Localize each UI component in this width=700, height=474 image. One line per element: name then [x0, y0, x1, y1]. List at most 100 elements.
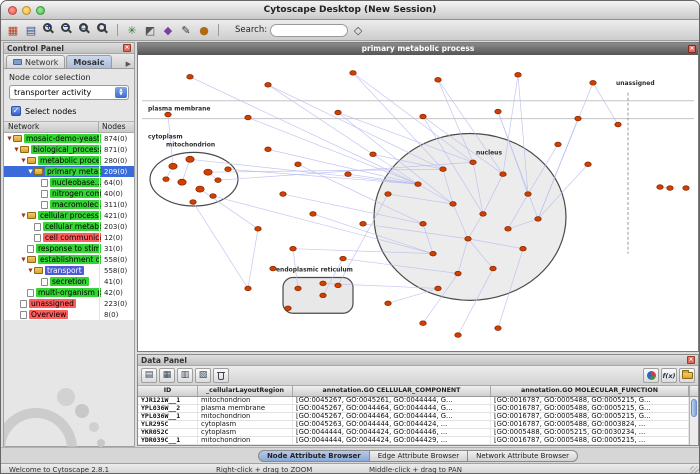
network-node[interactable]: [455, 271, 461, 276]
expander-triangle[interactable]: ▼: [13, 147, 20, 153]
expander-triangle[interactable]: ▼: [20, 257, 27, 263]
tree-row-cell-communica[interactable]: cell communica...12(0): [4, 232, 134, 243]
network-node[interactable]: [500, 172, 506, 177]
table-cell[interactable]: [GO:0045267, GO:0045261, GO:0044444, G..…: [293, 397, 491, 404]
tab-network[interactable]: Network: [6, 55, 65, 68]
expander-triangle[interactable]: ▼: [20, 158, 27, 164]
create-attribute-icon[interactable]: ▧: [195, 368, 211, 383]
zoom-in-icon[interactable]: +: [41, 22, 57, 38]
table-cell[interactable]: mitochondrion: [198, 397, 293, 404]
tab-edge-attribute-browser[interactable]: Edge Attribute Browser: [369, 450, 468, 462]
network-node[interactable]: [186, 156, 194, 162]
zoom-selected-region-icon[interactable]: ▫: [77, 22, 93, 38]
table-cell[interactable]: YPL036W__1: [138, 413, 198, 420]
network-node[interactable]: [420, 114, 426, 119]
network-view-titlebar[interactable]: primary metabolic process: [138, 43, 698, 55]
table-cell[interactable]: YLR295C: [138, 421, 198, 428]
network-canvas-svg[interactable]: plasma membranecytoplasmmitochondrionnuc…: [138, 55, 698, 351]
table-row[interactable]: YKR052Ccytoplasm[GO:0044444, GO:0044424,…: [138, 429, 689, 437]
open-session-icon[interactable]: ▤: [23, 22, 39, 38]
select-nodes-checkbox[interactable]: [11, 106, 21, 116]
expander-triangle[interactable]: ▼: [27, 268, 34, 274]
select-all-attributes-icon[interactable]: ▦: [159, 368, 175, 383]
network-node[interactable]: [525, 192, 531, 197]
data-panel-close-button[interactable]: [687, 356, 695, 364]
network-node[interactable]: [465, 236, 471, 241]
network-node[interactable]: [430, 251, 436, 256]
table-row[interactable]: YLR295Ccytoplasm[GO:0045263, GO:0044444,…: [138, 421, 689, 429]
tree-row-nitrogen-compo[interactable]: nitrogen compo...40(0): [4, 188, 134, 199]
table-cell[interactable]: [GO:0005488, GO:0005215, GO:0030234, ...: [491, 429, 689, 436]
table-cell[interactable]: [GO:0045267, GO:0044464, GO:0044444, G..…: [293, 405, 491, 412]
tab-mosaic[interactable]: Mosaic: [66, 55, 111, 68]
network-node[interactable]: [295, 286, 301, 291]
network-node[interactable]: [490, 266, 496, 271]
network-node[interactable]: [178, 179, 186, 185]
tree-row-transport[interactable]: ▼transport558(0): [4, 265, 134, 276]
network-node[interactable]: [520, 246, 526, 251]
table-cell[interactable]: cytoplasm: [198, 421, 293, 428]
tree-row-overview[interactable]: Overview8(0): [4, 309, 134, 320]
network-node[interactable]: [320, 293, 326, 298]
table-row[interactable]: YPL036W__2plasma membrane[GO:0045267, GO…: [138, 405, 689, 413]
tree-row-unassigned[interactable]: unassigned223(0): [4, 298, 134, 309]
table-cell[interactable]: [GO:0045263, GO:0044444, GO:0044424, ...: [293, 421, 491, 428]
network-canvas[interactable]: plasma membranecytoplasmmitochondrionnuc…: [138, 55, 698, 351]
table-cell[interactable]: YJR121W__1: [138, 397, 198, 404]
network-node[interactable]: [187, 75, 193, 80]
table-row[interactable]: YJR121W__1mitochondrion[GO:0045267, GO:0…: [138, 397, 689, 405]
network-node[interactable]: [280, 192, 286, 197]
tree-row-multi-organism-pro[interactable]: multi-organism pro...42(0): [4, 287, 134, 298]
network-node[interactable]: [667, 186, 673, 191]
vizmapper-icon[interactable]: ◆: [160, 22, 176, 38]
table-cell[interactable]: [GO:0016787, GO:0005488, GO:0005215, G..…: [491, 405, 689, 412]
search-config-icon[interactable]: ◇: [350, 22, 366, 38]
table-cell[interactable]: YDR039C__1: [138, 437, 198, 444]
table-cell[interactable]: mitochondrion: [198, 413, 293, 420]
table-row[interactable]: YDR039C__1mitochondrion[GO:0044444, GO:0…: [138, 437, 689, 445]
table-cell[interactable]: mitochondrion: [198, 437, 293, 444]
network-node[interactable]: [585, 162, 591, 167]
close-window-button[interactable]: [8, 6, 17, 15]
network-node[interactable]: [335, 110, 341, 115]
network-node[interactable]: [455, 333, 461, 338]
network-node[interactable]: [310, 212, 316, 217]
network-node[interactable]: [204, 169, 212, 175]
table-cell[interactable]: plasma membrane: [198, 405, 293, 412]
network-node[interactable]: [555, 142, 561, 147]
resize-grip[interactable]: [690, 466, 700, 474]
table-cell[interactable]: [GO:0016787, GO:0005488, GO:0005215, G..…: [491, 397, 689, 404]
tab-network-attribute-browser[interactable]: Network Attribute Browser: [467, 450, 578, 462]
network-node[interactable]: [385, 192, 391, 197]
fit-content-icon[interactable]: □: [95, 22, 111, 38]
new-network-icon[interactable]: ▦: [5, 22, 21, 38]
network-node[interactable]: [420, 321, 426, 326]
table-cell[interactable]: [GO:0044444, GO:0044424, GO:0044429, ...: [293, 437, 491, 444]
network-node[interactable]: [590, 81, 596, 86]
network-node[interactable]: [480, 212, 486, 217]
expander-triangle[interactable]: ▼: [27, 169, 34, 175]
network-node[interactable]: [165, 112, 171, 117]
network-node[interactable]: [575, 116, 581, 121]
unselect-all-attributes-icon[interactable]: ▥: [177, 368, 193, 383]
show-graphics-details-icon[interactable]: ◩: [142, 22, 158, 38]
network-node[interactable]: [335, 283, 341, 288]
network-node[interactable]: [215, 178, 221, 183]
network-node[interactable]: [360, 222, 366, 227]
network-node[interactable]: [505, 227, 511, 232]
tab-node-attribute-browser[interactable]: Node Attribute Browser: [258, 450, 370, 462]
function-builder-icon[interactable]: f(x): [661, 368, 677, 383]
select-attributes-icon[interactable]: ▤: [141, 368, 157, 383]
tab-scroll-right-arrow[interactable]: ▶: [125, 60, 132, 68]
network-node[interactable]: [450, 202, 456, 207]
network-node[interactable]: [196, 186, 204, 192]
import-attributes-icon[interactable]: [679, 368, 695, 383]
plugin-manager-icon[interactable]: ●: [196, 22, 212, 38]
table-cell[interactable]: cytoplasm: [198, 429, 293, 436]
network-node[interactable]: [163, 177, 169, 182]
chart-icon[interactable]: [643, 368, 659, 383]
column-header-cellularlayoutregion[interactable]: _cellularLayoutRegion: [198, 386, 293, 396]
tree-row-cellular-process[interactable]: ▼cellular process421(0): [4, 210, 134, 221]
zoom-window-button[interactable]: [36, 6, 45, 15]
network-node[interactable]: [285, 306, 291, 311]
